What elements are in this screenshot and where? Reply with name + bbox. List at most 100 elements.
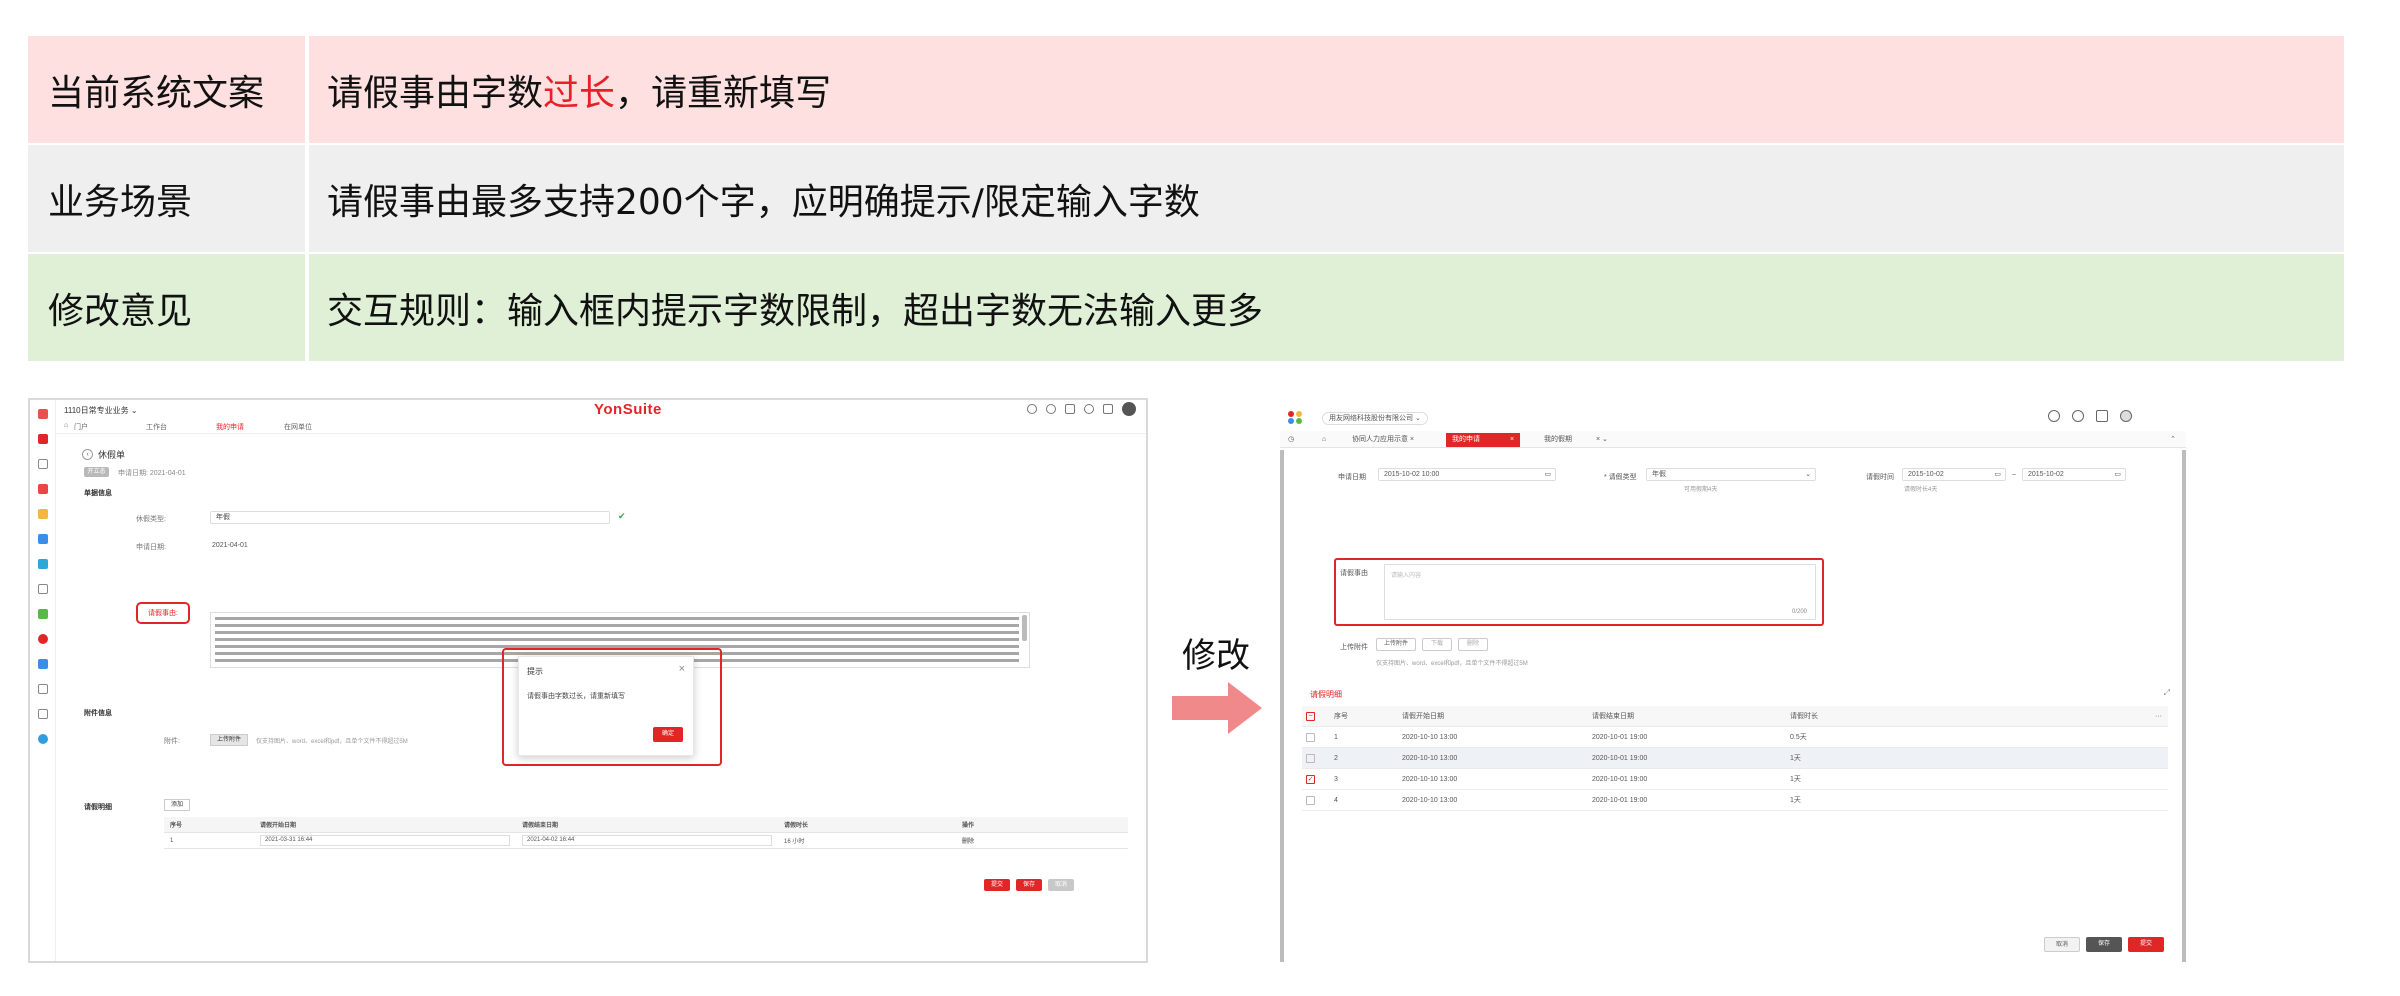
row-no: 2 — [1334, 754, 1338, 762]
user-icon[interactable] — [37, 434, 48, 444]
end-date-input[interactable]: 2021-04-02 16:44 — [522, 835, 772, 846]
avatar[interactable] — [1122, 402, 1136, 416]
globe-icon[interactable] — [37, 734, 48, 744]
message-icon[interactable] — [1065, 404, 1075, 414]
delete-button[interactable]: 删除 — [1458, 638, 1488, 651]
save-button[interactable]: 保存 — [1016, 879, 1042, 891]
help-icon[interactable] — [1046, 404, 1056, 414]
right-form-frame: 申请日期 2015-10-02 10:00 ▭ * 请假类型 年假 ⌄ 可用假期4天… — [1280, 450, 2186, 962]
start-date-input[interactable]: 2021-03-31 16:44 — [260, 835, 510, 846]
reason-label: 请假事由: — [148, 610, 178, 617]
file-icon[interactable] — [37, 584, 48, 594]
settings-icon[interactable] — [2072, 410, 2084, 422]
tab-workbench[interactable]: 工作台 — [146, 422, 167, 432]
tab-hr-demo[interactable]: 协同人力应用示意 × — [1346, 433, 1420, 447]
menu-icon[interactable] — [37, 409, 48, 419]
alert-icon[interactable] — [37, 634, 48, 644]
company-name: 用友网络科技股份有限公司 — [1329, 415, 1413, 422]
list-icon[interactable] — [37, 709, 48, 719]
add-row-button[interactable]: 添加 — [164, 799, 190, 811]
tab-my-leave-label: 我的假期 — [1544, 436, 1572, 443]
apply-date-input[interactable]: 2015-10-02 10:00 ▭ — [1378, 468, 1556, 481]
page-icon[interactable] — [37, 684, 48, 694]
avatar[interactable] — [2120, 410, 2132, 422]
chevron-down-icon: ⌄ — [1805, 471, 1811, 478]
tab-my-leave[interactable]: 我的假期 × ⌄ — [1538, 433, 1614, 447]
leave-type-value: 年假 — [216, 514, 230, 521]
home-icon[interactable]: ⌂ — [1316, 433, 1332, 447]
document-icon[interactable] — [37, 459, 48, 469]
current-copy-value: 请假事由字数 过长 ，请重新填写 — [309, 36, 2344, 143]
leave-start-input[interactable]: 2015-10-02 ▭ — [1902, 468, 2006, 481]
search-icon[interactable] — [2048, 410, 2060, 422]
apply-date-summary: 申请日期: 2021-04-01 — [118, 470, 186, 477]
clock-icon[interactable]: ◷ — [1282, 433, 1300, 447]
chevron-down-icon[interactable]: ⌄ — [1602, 436, 1608, 443]
expand-icon[interactable]: ⤢ — [2164, 688, 2170, 698]
close-icon[interactable]: × — [1510, 436, 1514, 443]
row-checkbox[interactable] — [1306, 795, 1315, 805]
reason-label-highlighted: 请假事由: — [136, 602, 190, 624]
reason-textarea[interactable]: 请输入内容 0/200 — [1384, 564, 1816, 620]
message-icon[interactable] — [37, 659, 48, 669]
delete-link[interactable]: 删除 — [956, 833, 1076, 848]
chevron-up-icon[interactable]: ⌃ — [2164, 433, 2182, 447]
right-topbar: 用友网络科技股份有限公司 ⌄ — [1280, 404, 2186, 431]
page-title-row: ‹ 休假单 — [82, 448, 125, 461]
upload-attachment-button[interactable]: 上传附件 — [210, 734, 248, 746]
leave-end-input[interactable]: 2015-10-02 ▭ — [2022, 468, 2126, 481]
cancel-button[interactable]: 取消 — [1048, 879, 1074, 891]
tenant-selector[interactable]: 1110日常专业业务 ⌄ — [64, 405, 138, 416]
table-row[interactable]: 2 2020-10-10 13:00 2020-10-01 19:00 1天 — [1302, 748, 2168, 769]
tab-my-application[interactable]: 我的申请 × — [1446, 433, 1521, 447]
calendar-icon[interactable] — [1103, 404, 1113, 414]
revision-label: 修改意见 — [28, 254, 305, 361]
save-button[interactable]: 保存 — [2086, 937, 2122, 952]
report-icon[interactable] — [37, 559, 48, 569]
form-actions: 提交 保存 取消 — [984, 879, 1074, 891]
start-cell: 2021-03-31 16:44 — [254, 833, 516, 848]
chart-icon[interactable] — [37, 534, 48, 544]
more-icon[interactable]: ··· — [2086, 713, 2168, 720]
revision-value: 交互规则：输入框内提示字数限制，超出字数无法输入更多 — [309, 254, 2344, 361]
table-row[interactable]: ✓ 3 2020-10-10 13:00 2020-10-01 19:00 1天 — [1302, 769, 2168, 790]
table-row[interactable]: 1 2020-10-10 13:00 2020-10-01 19:00 0.5天 — [1302, 727, 2168, 748]
cancel-button[interactable]: 取消 — [2044, 937, 2080, 952]
refresh-icon[interactable] — [1084, 404, 1094, 414]
folder-icon[interactable] — [37, 509, 48, 519]
dialog-ok-button[interactable]: 确定 — [653, 727, 683, 742]
yonsuite-logo: YonSuite — [594, 401, 662, 418]
apply-date-value: 2021-04-01 — [212, 542, 248, 549]
calendar-icon[interactable] — [37, 484, 48, 494]
tab-portal[interactable]: 门户 — [74, 422, 88, 432]
submit-button[interactable]: 提交 — [2128, 937, 2164, 952]
close-icon[interactable]: × — [1596, 436, 1600, 443]
tab-my-application[interactable]: 我的申请 — [216, 422, 244, 432]
leave-type-input[interactable]: 年假 — [210, 511, 610, 524]
row-checkbox[interactable] — [1306, 732, 1315, 742]
home-icon[interactable]: ⌂ — [64, 422, 68, 429]
upload-attachment-button[interactable]: 上传附件 — [1376, 638, 1416, 651]
row-duration: 16 小时 — [784, 839, 805, 845]
back-icon[interactable]: ‹ — [82, 449, 93, 460]
leave-type-select[interactable]: 年假 ⌄ — [1646, 468, 1816, 481]
tab-unit[interactable]: 在网单位 — [284, 422, 312, 432]
submit-button[interactable]: 提交 — [984, 879, 1010, 891]
left-tabbar: ⌂ 门户 工作台 我的申请 在网单位 — [56, 420, 1146, 434]
table-header: 序号 请假开始日期 请假结束日期 请假时长 操作 — [164, 817, 1128, 833]
row-checkbox-checked[interactable]: ✓ — [1306, 774, 1315, 784]
textarea-scrollbar[interactable] — [1022, 615, 1027, 641]
info-table: 当前系统文案 请假事由字数 过长 ，请重新填写 业务场景 请假事由最多支持200个字… — [28, 36, 2344, 363]
download-button[interactable]: 下载 — [1422, 638, 1452, 651]
close-icon[interactable]: × — [1410, 436, 1414, 443]
company-selector[interactable]: 用友网络科技股份有限公司 ⌄ — [1322, 412, 1428, 425]
notification-icon[interactable] — [2096, 410, 2108, 422]
select-all-checkbox[interactable]: − — [1306, 711, 1315, 721]
search-icon[interactable] — [1027, 404, 1037, 414]
col-duration: 请假时长 — [784, 823, 809, 829]
header-checkbox-cell: − — [1302, 711, 1330, 721]
row-checkbox[interactable] — [1306, 753, 1315, 763]
table-row[interactable]: 4 2020-10-10 13:00 2020-10-01 19:00 1天 — [1302, 790, 2168, 811]
close-icon[interactable]: × — [679, 663, 685, 675]
leaf-icon[interactable] — [37, 609, 48, 619]
